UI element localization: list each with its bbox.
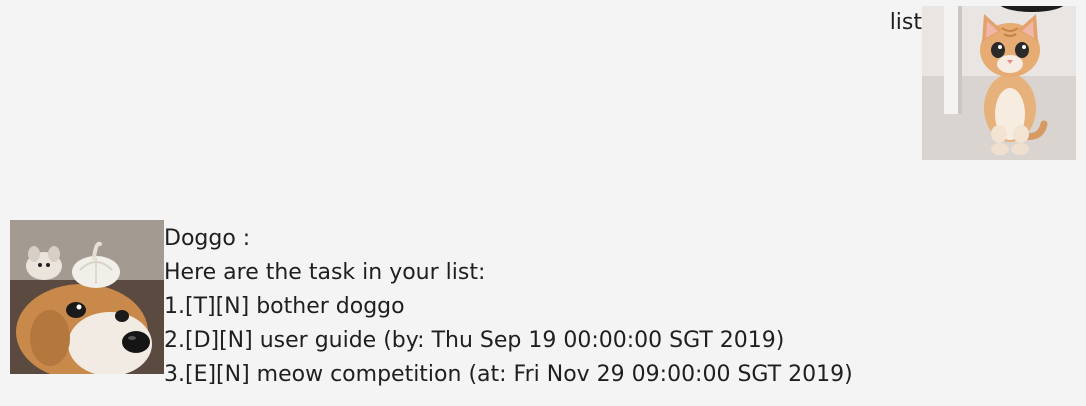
- dog-avatar: [10, 220, 164, 374]
- bot-name-label: Doggo :: [164, 226, 251, 251]
- bot-list-header: Here are the task in your list:: [164, 260, 486, 285]
- bot-message: Doggo : Here are the task in your list: …: [164, 222, 853, 392]
- task-item: 1.[T][N] bother doggo: [164, 294, 405, 319]
- cat-avatar: [922, 6, 1076, 160]
- user-message-text: list: [889, 10, 922, 35]
- task-item: 3.[E][N] meow competition (at: Fri Nov 2…: [164, 362, 853, 387]
- user-dialog: list: [890, 6, 1076, 160]
- bot-dialog: Doggo : Here are the task in your list: …: [10, 220, 853, 392]
- task-item: 2.[D][N] user guide (by: Thu Sep 19 00:0…: [164, 328, 785, 353]
